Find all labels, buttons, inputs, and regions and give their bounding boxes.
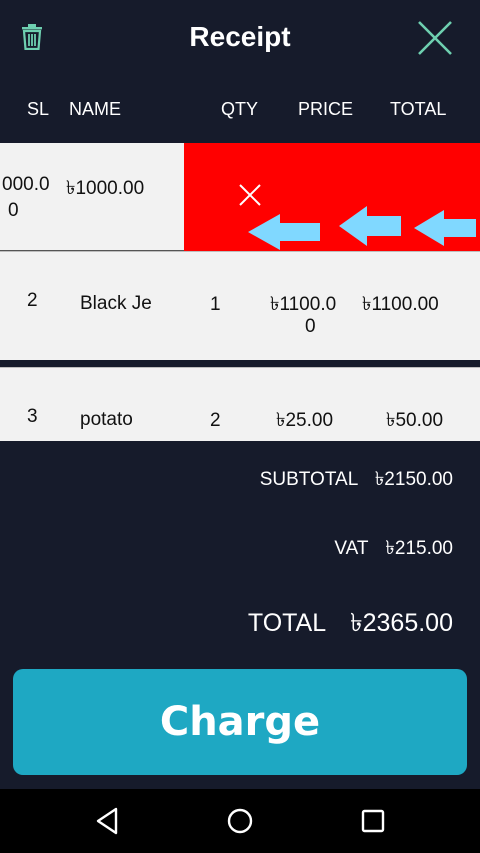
arrow-left-icon [339, 206, 401, 246]
row-qty: 1 [210, 294, 221, 315]
subtotal-value: ৳2150.00 [374, 469, 453, 490]
arrow-left-icon [414, 210, 476, 246]
arrow-left-icon [248, 214, 320, 250]
row-total: ৳50.00 [386, 410, 444, 431]
vat-line: VAT ৳215.00 [0, 534, 480, 566]
receipt-list[interactable]: 000.0 0 ৳1000.00 2 Black Je 1 ৳1100.0 0 [0, 143, 480, 441]
swipe-delete-area[interactable] [184, 143, 480, 251]
total-value: ৳2365.00 [350, 609, 453, 637]
charge-button[interactable]: Charge [13, 669, 467, 775]
page-title: Receipt [189, 21, 291, 52]
app-header: Receipt [0, 0, 480, 78]
column-price: PRICE [298, 99, 354, 119]
table-row[interactable]: 000.0 0 ৳1000.00 [0, 143, 480, 251]
row-total: ৳1000.00 [66, 178, 145, 199]
column-qty: QTY [221, 99, 259, 119]
close-icon[interactable] [417, 20, 453, 56]
swiped-row-content[interactable]: 000.0 0 ৳1000.00 [0, 143, 184, 251]
row-price-wrap: 0 [8, 200, 19, 221]
back-icon[interactable] [90, 803, 126, 839]
row-name: potato [80, 409, 133, 430]
total-line: TOTAL ৳2365.00 [0, 603, 480, 646]
row-name: Black Je [80, 293, 152, 314]
row-price: 000.0 [2, 174, 50, 195]
row-price: ৳25.00 [276, 410, 334, 431]
row-price-wrap: 0 [305, 316, 316, 337]
system-navigation-bar [0, 789, 480, 853]
row-price: ৳1100.0 [270, 294, 337, 315]
total-label: TOTAL [247, 609, 326, 637]
close-icon[interactable] [238, 183, 262, 207]
row-sl: 3 [27, 406, 38, 427]
row-qty: 2 [210, 410, 221, 431]
home-icon[interactable] [222, 803, 258, 839]
recents-icon[interactable] [355, 803, 391, 839]
row-sl: 2 [27, 290, 38, 311]
column-name: NAME [69, 99, 122, 119]
vat-value: ৳215.00 [385, 538, 453, 559]
column-sl: SL [27, 99, 50, 119]
table-row[interactable]: 3 potato 2 ৳25.00 ৳50.00 [0, 368, 480, 441]
column-total: TOTAL [390, 99, 447, 119]
table-row[interactable]: 2 Black Je 1 ৳1100.0 0 ৳1100.00 [0, 252, 480, 360]
subtotal-label: SUBTOTAL [259, 469, 358, 490]
row-total: ৳1100.00 [362, 294, 439, 315]
column-headers: SL NAME QTY PRICE TOTAL [0, 96, 480, 124]
vat-label: VAT [334, 538, 369, 559]
subtotal-line: SUBTOTAL ৳2150.00 [0, 465, 480, 497]
